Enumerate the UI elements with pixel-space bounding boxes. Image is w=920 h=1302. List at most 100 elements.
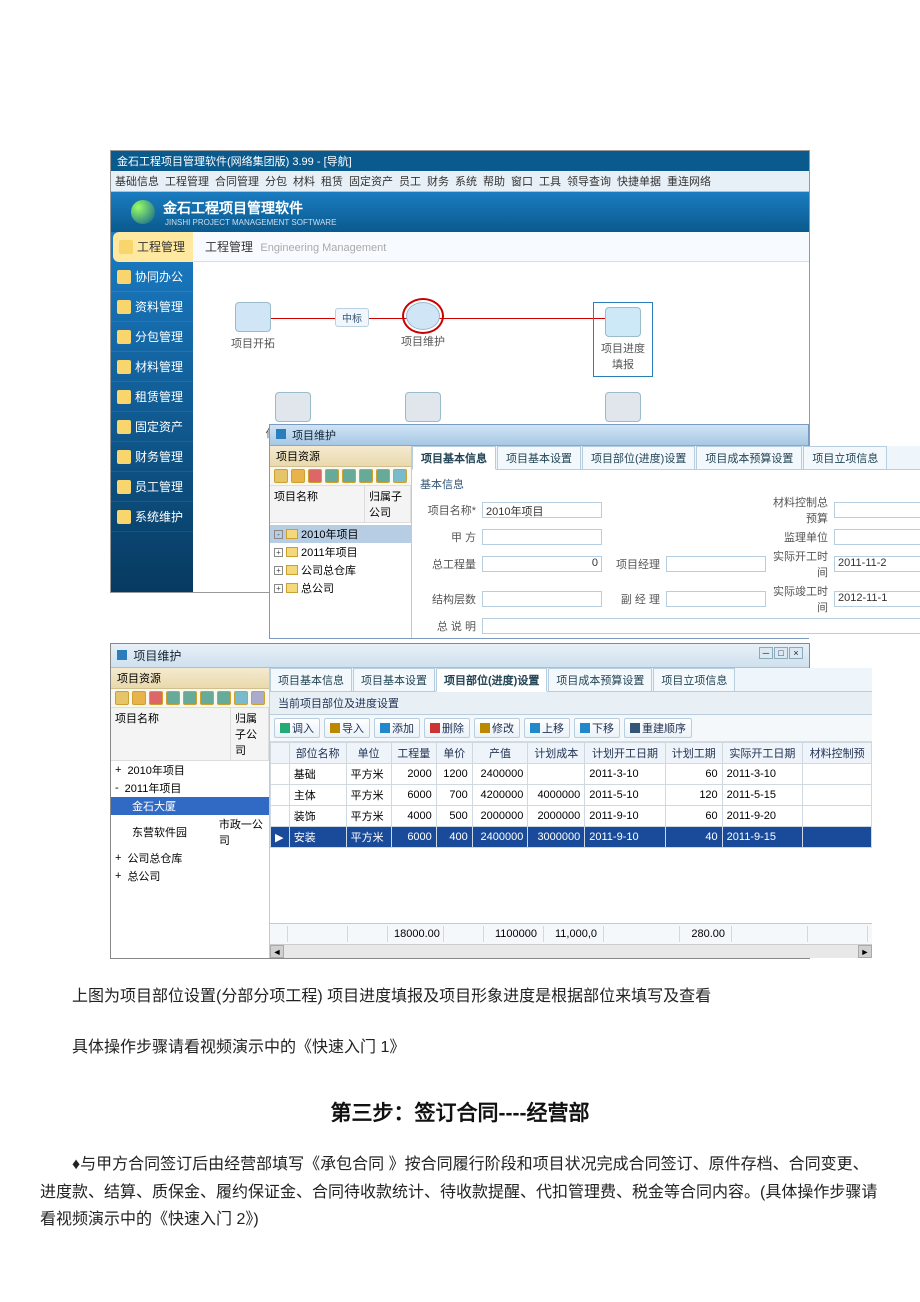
grid-header-cell[interactable]: 实际开工日期 [722, 743, 803, 764]
flow-node-progress[interactable]: 项目进度填报 [593, 302, 653, 377]
toolbar-button[interactable]: 添加 [374, 718, 420, 738]
expand-icon[interactable]: + [115, 870, 121, 882]
sidenav-item[interactable]: 固定资产 [111, 412, 193, 442]
menu-item[interactable]: 合同管理 [215, 173, 259, 189]
expand-icon[interactable]: - [274, 530, 283, 539]
input-supervise[interactable] [834, 529, 920, 545]
toolbar-button[interactable]: 删除 [424, 718, 470, 738]
grid-header-cell[interactable]: 材料控制预 [803, 743, 872, 764]
grid-header-cell[interactable]: 工程量 [391, 743, 436, 764]
toolbar-button[interactable]: 下移 [574, 718, 620, 738]
scroll-right-icon[interactable]: ► [858, 945, 872, 958]
tree-row[interactable]: -2010年项目 [270, 525, 411, 543]
minimize-button[interactable]: ─ [759, 647, 773, 659]
grid-row[interactable]: 主体平方米6000700420000040000002011-5-1012020… [271, 785, 872, 806]
grid-row[interactable]: 基础平方米2000120024000002011-3-10602011-3-10 [271, 764, 872, 785]
tree-row[interactable]: +总公司 [111, 867, 269, 885]
tree-row[interactable]: +总公司 [270, 579, 411, 597]
tree-row[interactable]: +公司总仓库 [111, 849, 269, 867]
toolbar-button[interactable]: 调入 [274, 718, 320, 738]
flow-node-maintain[interactable]: 项目维护 [393, 302, 453, 349]
refresh-icon[interactable] [234, 691, 248, 705]
expand-icon[interactable]: + [274, 584, 283, 593]
toolbar-button[interactable]: 修改 [474, 718, 520, 738]
menu-item[interactable]: 重连网络 [667, 173, 711, 189]
input-end-date[interactable]: 2012-11-1 [834, 591, 920, 607]
menu-item[interactable]: 租赁 [321, 173, 343, 189]
maximize-button[interactable]: □ [774, 647, 788, 659]
grid-row[interactable]: 装饰平方米4000500200000020000002011-9-1060201… [271, 806, 872, 827]
tree-row[interactable]: +2011年项目 [270, 543, 411, 561]
sidenav-item[interactable]: 协同办公 [111, 262, 193, 292]
menu-item[interactable]: 窗口 [511, 173, 533, 189]
tree-row[interactable]: 东营软件园市政一公司 [111, 815, 269, 849]
grid-header-cell[interactable]: 计划成本 [528, 743, 585, 764]
sidenav-item[interactable]: 财务管理 [111, 442, 193, 472]
sidenav-item[interactable]: 工程管理 [113, 232, 193, 262]
expand-icon[interactable]: - [115, 782, 119, 794]
input-start-date[interactable]: 2011-11-2 [834, 556, 920, 572]
menu-item[interactable]: 基础信息 [115, 173, 159, 189]
input-desc[interactable] [482, 618, 920, 634]
scroll-left-icon[interactable]: ◄ [270, 945, 284, 958]
tree-row[interactable]: +2010年项目 [111, 761, 269, 779]
menu-item[interactable]: 财务 [427, 173, 449, 189]
toolbar-button[interactable]: 上移 [524, 718, 570, 738]
tab[interactable]: 项目基本设置 [353, 668, 435, 691]
input-total-amount[interactable]: 0 [482, 556, 602, 572]
tab[interactable]: 项目部位(进度)设置 [582, 446, 695, 469]
tab[interactable]: 项目部位(进度)设置 [436, 668, 547, 692]
sidenav-item[interactable]: 租赁管理 [111, 382, 193, 412]
flow-node-open[interactable]: 项目开拓 [223, 302, 283, 351]
input-vpm[interactable] [666, 591, 766, 607]
nav-last-icon[interactable] [217, 691, 231, 705]
menu-item[interactable]: 领导查询 [567, 173, 611, 189]
nav-first-icon[interactable] [166, 691, 180, 705]
menu-item[interactable]: 工具 [539, 173, 561, 189]
nav-prev-icon[interactable] [342, 469, 356, 483]
refresh-icon[interactable] [393, 469, 407, 483]
menu-item[interactable]: 材料 [293, 173, 315, 189]
tab[interactable]: 项目基本设置 [497, 446, 581, 469]
menu-item[interactable]: 系统 [455, 173, 477, 189]
input-party-a[interactable] [482, 529, 602, 545]
menu-item[interactable]: 员工 [399, 173, 421, 189]
expand-icon[interactable]: + [115, 852, 121, 864]
input-material-control[interactable] [834, 502, 920, 518]
sidenav-item[interactable]: 资料管理 [111, 292, 193, 322]
input-project-name[interactable]: 2010年项目 [482, 502, 602, 518]
nav-first-icon[interactable] [325, 469, 339, 483]
tree-row[interactable]: -2011年项目 [111, 779, 269, 797]
tab[interactable]: 项目成本预算设置 [696, 446, 802, 469]
sidenav-item[interactable]: 系统维护 [111, 502, 193, 532]
open-icon[interactable] [291, 469, 305, 483]
new-icon[interactable] [115, 691, 129, 705]
horizontal-scrollbar[interactable]: ◄ ► [270, 944, 872, 958]
sidenav-item[interactable]: 分包管理 [111, 322, 193, 352]
sidenav-item[interactable]: 材料管理 [111, 352, 193, 382]
input-pm[interactable] [666, 556, 766, 572]
grid-header-cell[interactable]: 产值 [472, 743, 528, 764]
tab[interactable]: 项目基本信息 [270, 668, 352, 691]
new-icon[interactable] [274, 469, 288, 483]
close-button[interactable]: × [789, 647, 803, 659]
menu-item[interactable]: 快捷单据 [617, 173, 661, 189]
print-icon[interactable] [251, 691, 265, 705]
nav-last-icon[interactable] [376, 469, 390, 483]
input-levels[interactable] [482, 591, 602, 607]
menu-item[interactable]: 固定资产 [349, 173, 393, 189]
menu-item[interactable]: 工程管理 [165, 173, 209, 189]
grid-header-cell[interactable]: 单位 [346, 743, 391, 764]
expand-icon[interactable]: + [274, 566, 283, 575]
tree-row[interactable]: +公司总仓库 [270, 561, 411, 579]
grid-header-cell[interactable]: 部位名称 [289, 743, 346, 764]
delete-icon[interactable] [149, 691, 163, 705]
toolbar-button[interactable]: 重建顺序 [624, 718, 692, 738]
expand-icon[interactable]: + [274, 548, 283, 557]
grid-header-cell[interactable]: 单价 [436, 743, 472, 764]
open-icon[interactable] [132, 691, 146, 705]
nav-next-icon[interactable] [359, 469, 373, 483]
grid-row[interactable]: ▶安装平方米6000400240000030000002011-9-104020… [271, 827, 872, 848]
tab[interactable]: 项目立项信息 [653, 668, 735, 691]
tab[interactable]: 项目成本预算设置 [548, 668, 652, 691]
